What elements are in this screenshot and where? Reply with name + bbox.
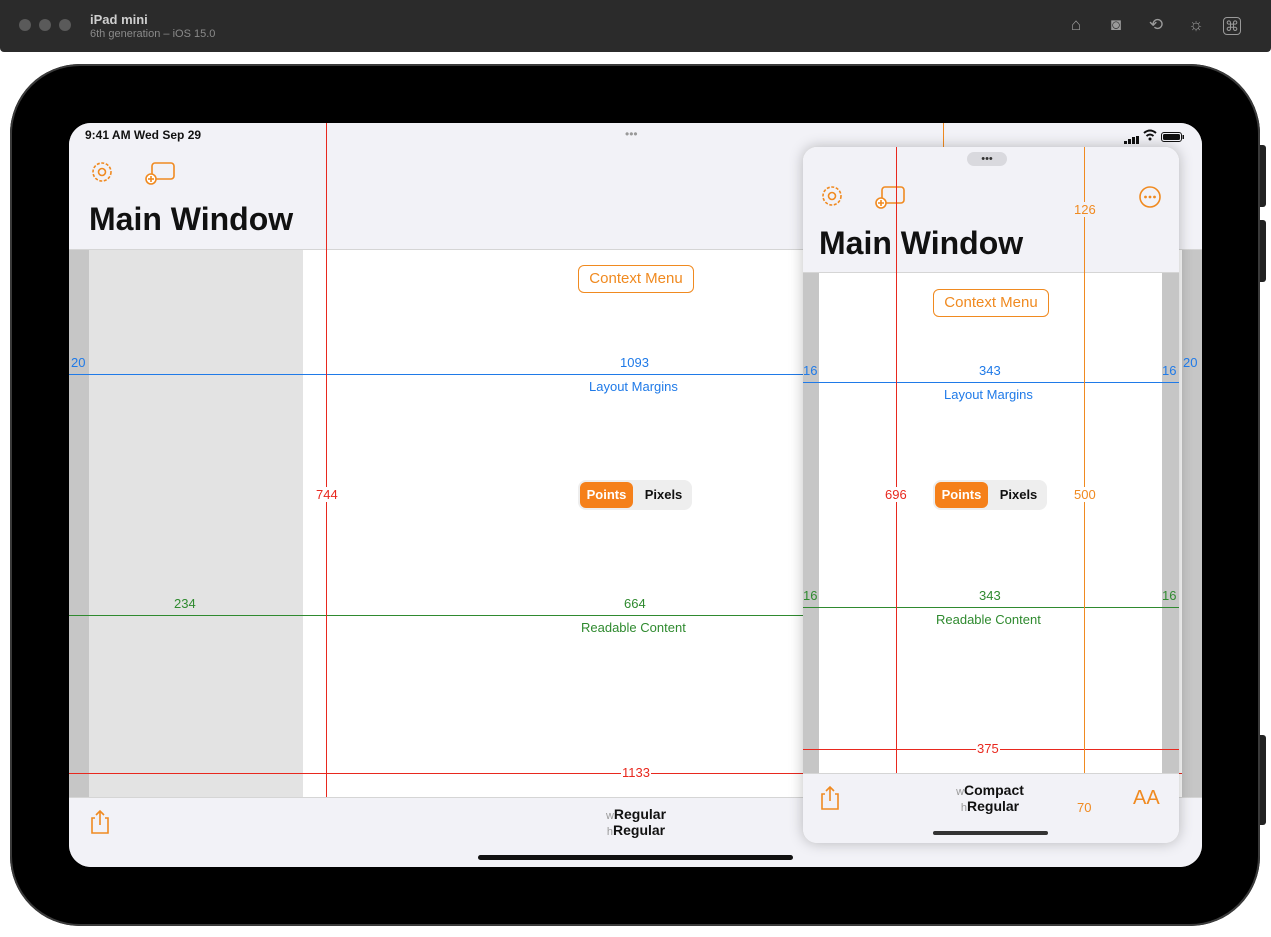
slide-over-height-value: 696 bbox=[884, 487, 908, 502]
minimize-window-button[interactable] bbox=[39, 19, 51, 31]
left-margin-region bbox=[69, 250, 89, 797]
segment-pixels[interactable]: Pixels bbox=[637, 482, 690, 508]
slide-over-page-title: Main Window bbox=[819, 225, 1024, 261]
width-bound-value: 1133 bbox=[621, 765, 651, 780]
battery-icon bbox=[1161, 129, 1184, 142]
share-icon[interactable] bbox=[89, 809, 111, 835]
wifi-icon bbox=[1143, 128, 1157, 141]
context-menu-button[interactable]: Context Menu bbox=[578, 265, 694, 293]
slide-over-width-value: 375 bbox=[976, 741, 1000, 756]
device-subtitle: 6th generation – iOS 15.0 bbox=[90, 28, 216, 40]
slide-over-bottom-bar-value: 70 bbox=[1076, 800, 1093, 815]
slide-over-context-menu-button[interactable]: Context Menu bbox=[933, 289, 1049, 317]
layout-margin-line bbox=[89, 374, 829, 375]
slide-over-safe-top-value: 126 bbox=[1073, 202, 1097, 217]
slide-over-segment-pixels[interactable]: Pixels bbox=[992, 482, 1045, 508]
top-button bbox=[1260, 735, 1266, 825]
slide-over-layout-margin-width-value: 343 bbox=[979, 363, 1001, 378]
zoom-window-button[interactable] bbox=[59, 19, 71, 31]
rotate-icon[interactable]: ⟲ bbox=[1145, 14, 1167, 36]
slide-over-content-height-value: 500 bbox=[1073, 487, 1097, 502]
slide-over-layout-margins-label: Layout Margins bbox=[944, 387, 1033, 402]
text-size-button[interactable]: AA bbox=[1133, 787, 1160, 810]
slide-over-grabber[interactable]: ••• bbox=[967, 152, 1007, 166]
status-time-date: 9:41 AM Wed Sep 29 bbox=[85, 128, 202, 142]
volume-down-button bbox=[1260, 220, 1266, 282]
layout-margin-left-line bbox=[69, 374, 89, 375]
slide-over-layout-margin-line bbox=[803, 382, 1179, 383]
slide-over-readable-line bbox=[803, 607, 1179, 608]
slide-over-readable-right-value: 16 bbox=[1162, 588, 1177, 603]
multitasking-dots[interactable]: ••• bbox=[625, 127, 638, 141]
volume-up-button bbox=[1260, 145, 1266, 207]
slide-over-readable-width-value: 343 bbox=[979, 588, 1001, 603]
readable-content-line bbox=[303, 615, 829, 616]
brightness-icon[interactable]: ☼ bbox=[1185, 14, 1207, 36]
right-margin-region bbox=[1182, 250, 1202, 797]
slide-over-layout-margin-right-value: 16 bbox=[1162, 363, 1177, 378]
readable-left-line bbox=[69, 615, 303, 616]
home-icon[interactable]: ⌂ bbox=[1065, 14, 1087, 36]
slide-over-size-class-label: wCompact hRegular bbox=[956, 782, 1024, 814]
outer-layout-margin-value: 20 bbox=[1183, 355, 1198, 370]
slide-over-left-margin bbox=[803, 273, 819, 773]
device-name: iPad mini bbox=[90, 12, 148, 27]
slide-over-segment-points[interactable]: Points bbox=[935, 482, 988, 508]
slide-over-units-segmented-control: Points Pixels bbox=[933, 480, 1047, 510]
slide-over-right-margin bbox=[1162, 273, 1179, 773]
segment-points[interactable]: Points bbox=[580, 482, 633, 508]
slide-over-window: ••• Main Window Context Menu 16 343 16 L… bbox=[803, 147, 1179, 843]
readable-content-label: Readable Content bbox=[581, 620, 686, 635]
slide-over-new-window-icon[interactable] bbox=[873, 183, 907, 209]
layout-margin-width-value: 1093 bbox=[620, 355, 649, 370]
home-indicator[interactable] bbox=[478, 855, 793, 860]
slide-over-readable-left-value: 16 bbox=[803, 588, 818, 603]
height-bound-value: 744 bbox=[315, 487, 339, 502]
layout-margins-label: Layout Margins bbox=[589, 379, 678, 394]
screenshot-icon[interactable]: ◙ bbox=[1105, 14, 1127, 36]
page-title: Main Window bbox=[89, 201, 294, 237]
slide-over-share-icon[interactable] bbox=[819, 785, 841, 811]
simulator-title-bar: iPad mini 6th generation – iOS 15.0 ⌂ ◙ … bbox=[0, 0, 1271, 52]
shortcuts-icon[interactable]: ⌘ bbox=[1223, 17, 1241, 35]
layout-margin-left-value: 20 bbox=[71, 355, 86, 370]
settings-gear-icon[interactable] bbox=[89, 159, 115, 185]
slide-over-layout-margin-left-value: 16 bbox=[803, 363, 818, 378]
readable-width-value: 664 bbox=[624, 596, 646, 611]
slide-over-readable-label: Readable Content bbox=[936, 612, 1041, 627]
close-window-button[interactable] bbox=[19, 19, 31, 31]
readable-inset-region bbox=[89, 250, 303, 797]
cellular-signal-icon bbox=[1124, 131, 1140, 144]
size-class-label: wRegular hRegular bbox=[605, 806, 667, 838]
new-window-icon[interactable] bbox=[143, 159, 177, 185]
units-segmented-control: Points Pixels bbox=[578, 480, 692, 510]
slide-over-settings-gear-icon[interactable] bbox=[819, 183, 845, 209]
more-options-icon[interactable] bbox=[1137, 184, 1163, 210]
readable-left-value: 234 bbox=[174, 596, 196, 611]
slide-over-home-indicator[interactable] bbox=[933, 831, 1048, 835]
